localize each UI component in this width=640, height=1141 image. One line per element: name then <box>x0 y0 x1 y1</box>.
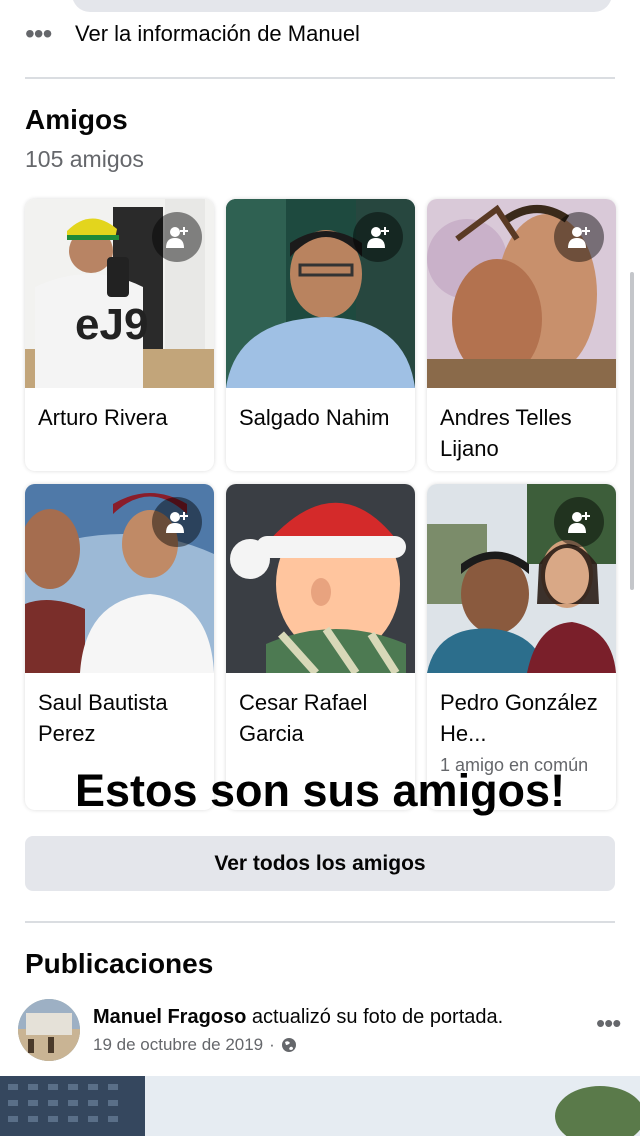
friend-name[interactable]: Cesar Rafael Garcia <box>226 673 415 749</box>
add-friend-icon <box>166 227 188 248</box>
friend-name[interactable]: Arturo Rivera <box>25 388 214 433</box>
avatar[interactable] <box>18 999 80 1061</box>
section-divider <box>25 77 615 79</box>
friend-photo[interactable] <box>427 484 616 673</box>
globe-icon <box>281 1038 296 1052</box>
friend-name[interactable]: Pedro González He... <box>427 673 616 749</box>
post-date[interactable]: 19 de octubre de 2019 <box>93 1035 263 1055</box>
post-author[interactable]: Manuel Fragoso <box>93 1006 246 1028</box>
friend-name[interactable]: Andres Telles Lijano <box>427 388 616 464</box>
overlay-caption: Estos son sus amigos! <box>74 765 566 816</box>
add-friend-icon <box>367 227 389 248</box>
add-friend-button[interactable] <box>152 497 202 547</box>
add-friend-button[interactable] <box>152 212 202 262</box>
friend-card[interactable]: Cesar Rafael Garcia <box>226 484 415 810</box>
posts-title: Publicaciones <box>25 948 214 979</box>
friend-photo-image <box>226 484 415 673</box>
cover-photo-image <box>0 1076 640 1141</box>
add-friend-button[interactable] <box>353 212 403 262</box>
section-divider <box>25 921 615 923</box>
friend-photo[interactable] <box>25 484 214 673</box>
friend-photo[interactable]: eJ9 <box>25 199 214 388</box>
friend-photo[interactable] <box>226 484 415 673</box>
friend-name[interactable]: Salgado Nahim <box>226 388 415 433</box>
profile-info-row[interactable]: ••• Ver la información de Manuel <box>25 12 360 56</box>
post-action: actualizó su foto de portada. <box>251 1006 504 1028</box>
scrollbar[interactable] <box>630 272 634 590</box>
friend-card[interactable]: Andres Telles Lijano <box>427 199 616 471</box>
friend-card[interactable]: Saul Bautista Perez <box>25 484 214 810</box>
post-meta: 19 de octubre de 2019 · <box>93 1035 297 1055</box>
top-search-bar[interactable] <box>72 0 612 12</box>
friend-card[interactable]: Salgado Nahim <box>226 199 415 471</box>
add-friend-icon <box>568 227 590 248</box>
friend-photo[interactable] <box>427 199 616 388</box>
add-friend-icon <box>166 512 188 533</box>
meta-separator: · <box>269 1035 275 1054</box>
friend-name[interactable]: Saul Bautista Perez <box>25 673 214 749</box>
friend-card[interactable]: eJ9 Arturo Rivera <box>25 199 214 471</box>
svg-text:eJ9: eJ9 <box>75 300 148 349</box>
post-header: Manuel Fragoso actualizó su foto de port… <box>93 1006 503 1029</box>
add-friend-button[interactable] <box>554 497 604 547</box>
friend-photo[interactable] <box>226 199 415 388</box>
see-all-friends-button[interactable]: Ver todos los amigos <box>25 836 615 891</box>
profile-info-link[interactable]: Ver la información de Manuel <box>75 21 360 47</box>
friends-count: 105 amigos <box>25 146 144 172</box>
avatar-image <box>18 999 80 1061</box>
friend-card[interactable]: Pedro González He... 1 amigo en común <box>427 484 616 810</box>
more-dots-icon[interactable]: ••• <box>596 1008 621 1039</box>
friends-title: Amigos <box>25 104 128 135</box>
more-dots-icon: ••• <box>25 18 52 49</box>
cover-photo-preview[interactable] <box>0 1076 640 1141</box>
add-friend-button[interactable] <box>554 212 604 262</box>
add-friend-icon <box>568 512 590 533</box>
